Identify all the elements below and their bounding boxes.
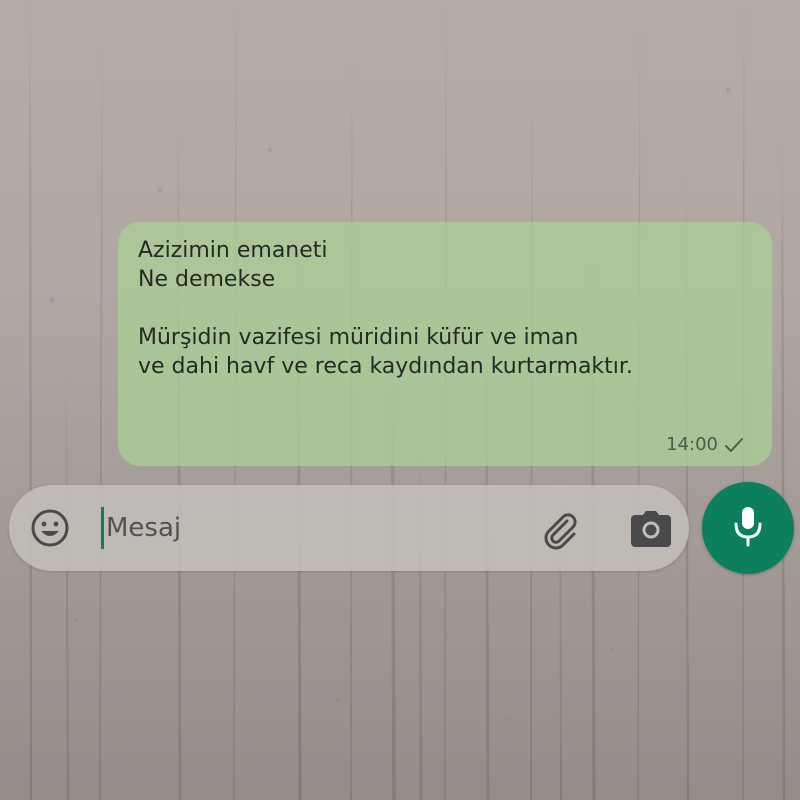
single-check-icon	[724, 437, 744, 453]
message-line: Mürşidin vazifesi müridini küfür ve iman	[138, 325, 579, 350]
text-cursor	[101, 507, 104, 549]
message-line: Azizimin emaneti	[138, 238, 328, 263]
message-meta: 14:00	[666, 434, 744, 455]
camera-icon[interactable]	[629, 509, 673, 549]
message-line: ve dahi havf ve reca kaydından kurtarmak…	[138, 354, 633, 379]
message-line-blank	[138, 294, 752, 323]
microphone-button[interactable]	[702, 482, 794, 574]
microphone-icon	[731, 504, 765, 552]
emoji-icon[interactable]	[30, 508, 70, 548]
message-input[interactable]	[106, 507, 506, 549]
paperclip-icon[interactable]	[537, 507, 581, 551]
message-composer	[9, 485, 689, 571]
message-line: Ne demekse	[138, 267, 276, 292]
message-time: 14:00	[666, 434, 718, 455]
message-bubble[interactable]: Azizimin emaneti Ne demekse Mürşidin vaz…	[118, 222, 772, 466]
